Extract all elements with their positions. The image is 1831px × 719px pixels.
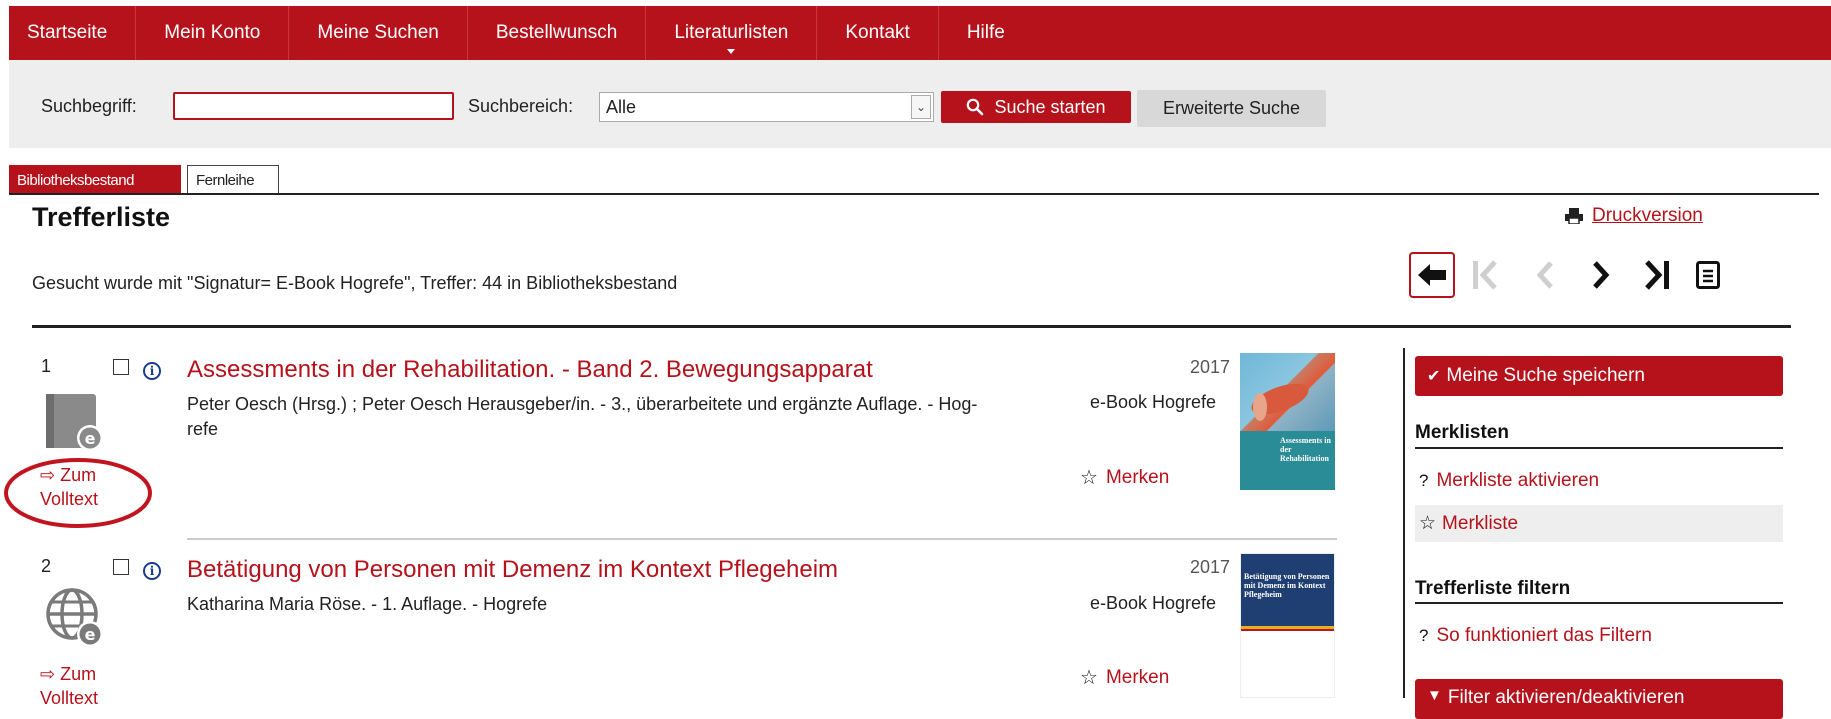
checkmark-icon: ✔ (1427, 368, 1441, 385)
filter-toggle-button[interactable]: ▼ Filter aktivieren/deaktivieren (1415, 679, 1783, 719)
record-year: 2017 (1190, 557, 1231, 577)
merkliste-link[interactable]: ☆ Merkliste (1419, 512, 1518, 535)
save-search-button[interactable]: ✔ Meine Suche speichern (1415, 356, 1783, 396)
advanced-search-button[interactable]: Erweiterte Suche (1137, 90, 1326, 127)
search-term-label: Suchbegriff: (41, 96, 137, 116)
activate-merkliste-label: Merkliste aktivieren (1436, 470, 1600, 491)
save-label: Merken (1105, 466, 1170, 488)
star-icon: ☆ (1080, 667, 1098, 689)
record-meta: Peter Oesch (Hrsg.) ; Peter Oesch Heraus… (187, 394, 978, 414)
star-icon: ☆ (1419, 513, 1437, 534)
page-title: Trefferliste (32, 202, 171, 232)
merklisten-heading: Merklisten (1415, 422, 1509, 443)
nav-bestellwunsch[interactable]: Bestellwunsch (468, 6, 647, 60)
tab-divider (9, 193, 1819, 195)
search-area-select[interactable]: Alle ⌄ (599, 92, 934, 122)
search-input[interactable] (173, 92, 454, 120)
filter-toggle-label: Filter aktivieren/deaktivieren (1447, 687, 1685, 708)
search-area-label: Suchbereich: (468, 96, 574, 116)
save-label: Merken (1105, 666, 1170, 688)
tab-bibliotheksbestand[interactable]: Bibliotheksbestand (9, 165, 181, 195)
search-icon (967, 98, 984, 116)
search-area-value: Alle (606, 96, 637, 117)
printer-icon (1565, 208, 1583, 224)
svg-text:e: e (85, 625, 96, 644)
funnel-icon: ▼ (1427, 687, 1442, 704)
svg-text:e: e (85, 429, 96, 448)
fulltext-link-line2: Volltext (40, 688, 99, 708)
chevron-down-icon[interactable]: ⌄ (911, 95, 931, 119)
book-cover[interactable]: Assessments in der Rehabilitation (1240, 353, 1335, 490)
star-icon: ☆ (1080, 467, 1098, 489)
record-meta: Katharina Maria Röse. - 1. Auflage. - Ho… (187, 594, 548, 614)
results-divider (32, 325, 1791, 328)
search-start-label: Suche starten (994, 96, 1106, 117)
record-meta-continued: refe (187, 419, 219, 439)
back-button[interactable] (1409, 252, 1455, 298)
cover-title: Betätigung von Personen mit Demenz im Ko… (1244, 572, 1330, 599)
fulltext-link-line1: ⇨ Zum (40, 664, 97, 684)
highlight-circle (4, 458, 152, 528)
last-page-button[interactable] (1634, 252, 1680, 298)
list-view-button[interactable] (1685, 252, 1731, 298)
arrow-left-icon (1418, 264, 1446, 286)
document-icon (1696, 261, 1720, 289)
filter-help-link[interactable]: ? So funktioniert das Filtern (1419, 625, 1652, 647)
info-icon[interactable]: i (143, 362, 161, 380)
print-version[interactable]: Druckversion (1565, 205, 1703, 227)
record-checkbox[interactable] (113, 359, 129, 375)
chevron-right-icon (1593, 261, 1610, 289)
tab-fernleihe[interactable]: Fernleihe (187, 165, 279, 195)
nav-mein-konto[interactable]: Mein Konto (136, 6, 290, 60)
merklisten-divider (1415, 447, 1783, 449)
record-number: 1 (41, 356, 52, 376)
book-cover[interactable]: Betätigung von Personen mit Demenz im Ko… (1240, 553, 1335, 698)
filter-divider (1415, 602, 1783, 604)
activate-merkliste-link[interactable]: ? Merkliste aktivieren (1419, 470, 1599, 492)
record-source: e-Book Hogrefe (1090, 593, 1217, 613)
top-navigation: Startseite Mein Konto Meine Suchen Beste… (9, 6, 1831, 60)
cover-title: Assessments in der Rehabilitation (1280, 436, 1331, 463)
cover-image (1251, 383, 1309, 421)
record-title[interactable]: Assessments in der Rehabilitation. - Ban… (187, 356, 873, 384)
nav-meine-suchen[interactable]: Meine Suchen (289, 6, 468, 60)
nav-kontakt[interactable]: Kontakt (817, 6, 939, 60)
globe-ebook-icon: e (46, 588, 103, 647)
save-to-list-button[interactable]: ☆ Merken (1080, 465, 1169, 490)
last-page-icon (1645, 260, 1669, 290)
save-to-list-button[interactable]: ☆ Merken (1080, 665, 1169, 690)
record-title[interactable]: Betätigung von Personen mit Demenz im Ko… (187, 556, 838, 584)
record-source: e-Book Hogrefe (1090, 392, 1217, 412)
search-summary: Gesucht wurde mit "Signatur= E-Book Hogr… (32, 273, 678, 293)
help-icon: ? (1419, 626, 1429, 645)
previous-page-button[interactable] (1522, 252, 1568, 298)
record-year: 2017 (1190, 357, 1231, 377)
record-separator (187, 538, 1337, 540)
sidebar-divider (1403, 348, 1405, 698)
help-icon: ? (1419, 471, 1429, 490)
nav-literaturlisten[interactable]: Literaturlisten (646, 6, 818, 60)
search-start-button[interactable]: Suche starten (941, 91, 1131, 123)
info-icon[interactable]: i (143, 562, 161, 580)
fulltext-link[interactable]: ⇨ Zum Volltext (40, 662, 98, 710)
first-page-button[interactable] (1463, 252, 1509, 298)
nav-startseite[interactable]: Startseite (9, 6, 137, 60)
print-version-link[interactable]: Druckversion (1592, 205, 1703, 227)
chevron-left-icon (1536, 261, 1553, 289)
record-number: 2 (41, 556, 52, 576)
save-search-label: Meine Suche speichern (1446, 365, 1645, 386)
first-page-icon (1473, 260, 1497, 290)
nav-hilfe[interactable]: Hilfe (939, 6, 1033, 60)
filter-help-label: So funktioniert das Filtern (1436, 625, 1652, 646)
filter-heading: Trefferliste filtern (1415, 578, 1571, 599)
record-checkbox[interactable] (113, 559, 129, 575)
merkliste-label: Merkliste (1442, 512, 1519, 534)
next-page-button[interactable] (1578, 252, 1624, 298)
ebook-icon: e (46, 394, 103, 451)
